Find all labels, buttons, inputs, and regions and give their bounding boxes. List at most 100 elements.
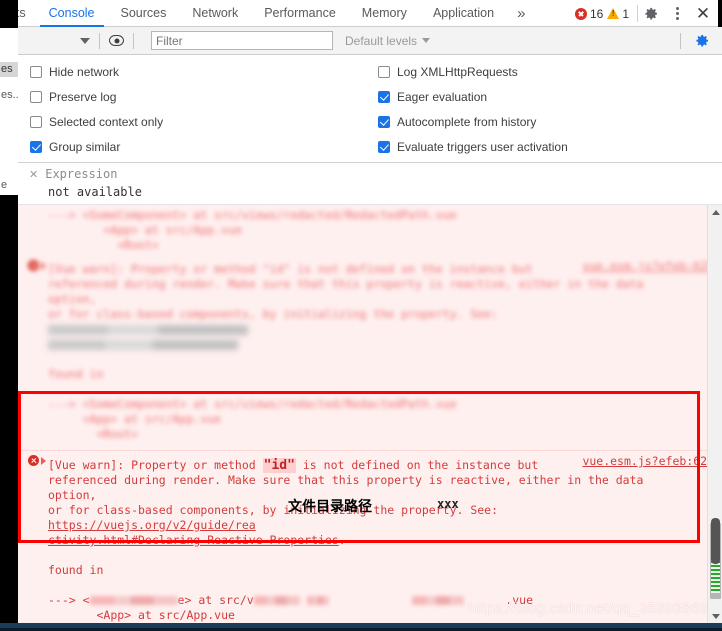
tab-sources[interactable]: Sources (108, 0, 180, 27)
window-corner (718, 0, 722, 27)
error-count-value: 16 (589, 6, 604, 21)
tab-label: Memory (361, 6, 407, 20)
tab-memory[interactable]: Memory (349, 0, 420, 27)
left-gutter-panel (0, 28, 18, 195)
console-toolbar: Default levels (18, 27, 722, 55)
error-icon (28, 260, 39, 271)
scrollbar-thumb[interactable] (711, 518, 720, 564)
error-count[interactable]: 16 (574, 6, 604, 21)
checkbox[interactable] (30, 140, 42, 153)
sidebar-fragment-label: es... (1, 89, 18, 101)
tab-label: Network (192, 6, 239, 20)
toolbar-divider (680, 32, 681, 49)
console-filter-input[interactable] (151, 31, 333, 50)
error-icon (28, 455, 39, 466)
setting-label: Log XMLHttpRequests (397, 64, 518, 79)
chevron-double-right-icon: » (517, 5, 526, 22)
warning-count[interactable]: 1 (607, 7, 629, 21)
setting-group-similar[interactable]: Group similar (30, 134, 163, 159)
kebab-menu-icon (675, 7, 679, 20)
setting-log-xmlhttprequests[interactable]: Log XMLHttpRequests (378, 59, 568, 84)
setting-preserve-log[interactable]: Preserve log (30, 84, 163, 109)
redacted-path-1 (253, 596, 300, 605)
log-level-label: Default levels (345, 33, 418, 48)
gear-icon (645, 7, 657, 20)
setting-label: Eager evaluation (397, 89, 488, 104)
issue-counts[interactable]: 16 1 (574, 5, 638, 22)
expand-triangle-icon[interactable] (41, 457, 46, 465)
sidebar-fragment-1[interactable]: es... (0, 88, 18, 103)
sidebar-fragment-2[interactable]: e (0, 178, 18, 193)
setting-evaluate-triggers-user-activation[interactable]: Evaluate triggers user activation (378, 134, 568, 159)
log-entry[interactable]: vue.esm.js?efeb:628 [Vue warn]: Property… (18, 256, 722, 451)
scroll-up-arrow-icon[interactable] (708, 205, 722, 219)
tab-label: Application (432, 6, 495, 20)
tab-application[interactable]: Application (420, 0, 507, 27)
redacted-path-2 (306, 596, 329, 605)
sidebar-fragment-label: es (1, 63, 13, 75)
setting-selected-context-only[interactable]: Selected context only (30, 109, 163, 134)
checkbox[interactable] (30, 90, 42, 103)
chevron-down-icon (422, 38, 431, 43)
settings-column-right: Log XMLHttpRequests Eager evaluation Aut… (378, 59, 568, 159)
live-expression-label[interactable]: Expression (45, 167, 117, 181)
more-tabs-icon[interactable]: » (507, 0, 535, 27)
expand-triangle-icon[interactable] (41, 262, 46, 270)
close-icon: ✕ (695, 4, 711, 23)
sidebar-fragment-0[interactable]: es (0, 62, 18, 77)
scroll-down-arrow-icon[interactable] (708, 609, 722, 623)
devtools-close-button[interactable]: ✕ (690, 0, 716, 27)
warn-line1-rest: is not defined on the instance but (295, 458, 539, 472)
tab-network[interactable]: Network (179, 0, 251, 27)
setting-label: Hide network (49, 64, 120, 79)
console-log-list[interactable]: ---> <SomeComponent> at src/views/redact… (18, 205, 722, 623)
console-vertical-scrollbar[interactable] (707, 205, 722, 623)
devtools-window: es es... e ents Console Sources Network … (0, 0, 722, 631)
vue-docs-link-part1[interactable]: https://vuejs.org/v2/guide/rea (48, 518, 256, 532)
toolbar-divider (133, 32, 134, 49)
trace-line2: <App> at src/App.vue (96, 608, 235, 622)
warning-count-value: 1 (622, 6, 629, 21)
toolbar-divider (99, 32, 100, 49)
devtools-more-options-button[interactable] (664, 0, 690, 27)
log-level-selector[interactable]: Default levels (345, 33, 431, 48)
tab-performance[interactable]: Performance (251, 0, 349, 27)
error-icon (574, 7, 587, 20)
tab-label: Sources (120, 6, 167, 20)
create-live-expression-icon[interactable] (109, 35, 124, 46)
setting-label: Autocomplete from history (397, 114, 537, 129)
warn-property-highlight: "id" (262, 458, 296, 473)
setting-hide-network[interactable]: Hide network (30, 59, 163, 84)
setting-label: Preserve log (49, 89, 117, 104)
log-entry-main-warning[interactable]: vue.esm.js?efeb:628 [Vue warn]: Property… (18, 451, 722, 623)
annotation-file-path-label: 文件目录路径 (288, 499, 372, 515)
sidebar-fragment-label: e (1, 179, 8, 191)
checkbox[interactable] (378, 65, 390, 78)
setting-label: Group similar (49, 139, 121, 154)
trace-arrow: ---> < (48, 593, 90, 607)
found-in-label: found in (48, 563, 104, 577)
setting-eager-evaluation[interactable]: Eager evaluation (378, 84, 568, 109)
vue-docs-link-part2[interactable]: ctivity.html#Declaring-Reactive-Properti… (48, 533, 339, 547)
trace-comp-tail: e> at src/v (177, 593, 254, 607)
trace-ext: .vue (505, 593, 533, 607)
checkbox[interactable] (30, 65, 42, 78)
devtools-tabbar: ents Console Sources Network Performance… (0, 0, 722, 27)
checkbox[interactable] (378, 115, 390, 128)
checkbox[interactable] (30, 115, 42, 128)
setting-autocomplete-from-history[interactable]: Autocomplete from history (378, 109, 568, 134)
annotation-placeholder-text: xxx (437, 497, 459, 511)
log-entry[interactable]: ---> <SomeComponent> at src/views/redact… (18, 205, 722, 256)
console-settings-panel: Hide network Preserve log Selected conte… (18, 55, 722, 163)
console-settings-button[interactable] (689, 27, 715, 54)
devtools-settings-button[interactable] (638, 0, 664, 27)
context-selector-caret-icon[interactable] (80, 37, 90, 44)
tab-console[interactable]: Console (36, 0, 108, 27)
checkbox[interactable] (378, 90, 390, 103)
warn-line4-rest: . (338, 533, 346, 547)
log-message: [Vue warn]: Property or method "id" is n… (48, 458, 696, 623)
checkbox[interactable] (378, 140, 390, 153)
bottom-bar (0, 623, 722, 631)
close-icon[interactable]: ✕ (29, 169, 38, 180)
gear-icon (696, 34, 708, 46)
